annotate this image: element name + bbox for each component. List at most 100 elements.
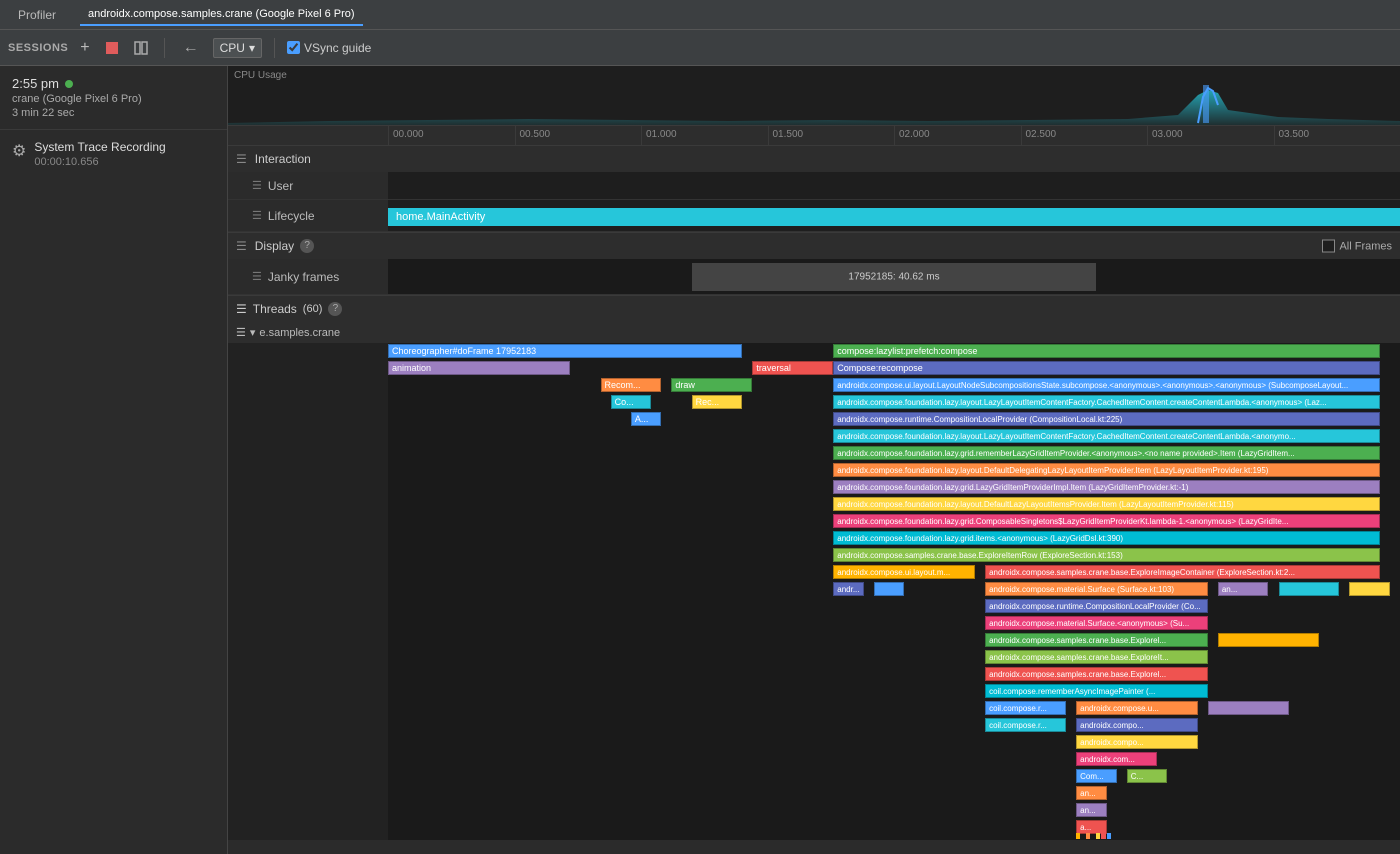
- flame-coil-remember[interactable]: coil.compose.rememberAsyncImagePainter (…: [985, 684, 1208, 698]
- flame-explore-item-row[interactable]: androidx.compose.samples.crane.base.Expl…: [833, 548, 1379, 562]
- flame-composition-local-label: androidx.compose.runtime.CompositionLoca…: [837, 415, 1122, 424]
- flame-a-deep-label: a...: [1080, 823, 1091, 832]
- main-tab[interactable]: androidx.compose.samples.crane (Google P…: [80, 4, 363, 26]
- flame-draw[interactable]: draw: [671, 378, 752, 392]
- flame-material-surface[interactable]: androidx.compose.material.Surface (Surfa…: [985, 582, 1208, 596]
- flame-a-deep[interactable]: a...: [1076, 820, 1106, 834]
- back-button[interactable]: ←: [177, 37, 205, 59]
- recording-item[interactable]: ⚙ System Trace Recording 00:00:10.656: [0, 130, 227, 178]
- flame-explorel-3[interactable]: androidx.compose.samples.crane.base.Expl…: [985, 667, 1208, 681]
- display-menu-icon[interactable]: ☰: [236, 239, 247, 253]
- thread-label-space: [228, 343, 388, 840]
- user-menu-icon[interactable]: ☰: [252, 179, 262, 192]
- vsync-checkbox[interactable]: VSync guide: [287, 41, 371, 55]
- flame-default-delegating[interactable]: androidx.compose.foundation.lazy.layout.…: [833, 463, 1379, 477]
- threads-title: Threads: [253, 302, 297, 316]
- flame-an-1[interactable]: an...: [1218, 582, 1269, 596]
- flame-ui-layout-label: androidx.compose.ui.layout.m...: [837, 568, 950, 577]
- flame-compose-com[interactable]: androidx.com...: [1076, 752, 1157, 766]
- flame-material-anon[interactable]: androidx.compose.material.Surface.<anony…: [985, 616, 1208, 630]
- stop-button[interactable]: [102, 40, 122, 56]
- flame-lazy-grid-impl[interactable]: androidx.compose.foundation.lazy.grid.La…: [833, 480, 1379, 494]
- flame-com-1[interactable]: Com...: [1076, 769, 1116, 783]
- threads-content[interactable]: ☰ ▾ e.samples.crane: [228, 322, 1400, 854]
- lifecycle-menu-icon[interactable]: ☰: [252, 209, 262, 222]
- flame-an-deep1[interactable]: an...: [1076, 786, 1106, 800]
- flame-andr-2[interactable]: [874, 582, 904, 596]
- flame-an-deep2[interactable]: an...: [1076, 803, 1106, 817]
- flame-default-del-label: androidx.compose.foundation.lazy.layout.…: [837, 466, 1268, 475]
- lifecycle-bar[interactable]: home.MainActivity: [388, 208, 1400, 226]
- interaction-menu-icon[interactable]: ☰: [236, 152, 247, 166]
- flame-lazy-content[interactable]: androidx.compose.foundation.lazy.layout.…: [833, 395, 1379, 409]
- profiler-tab[interactable]: Profiler: [10, 4, 64, 26]
- flame-coil-r2[interactable]: coil.compose.r...: [985, 718, 1066, 732]
- display-info-icon[interactable]: ?: [300, 239, 314, 253]
- thread-group-name: e.samples.crane: [259, 327, 340, 339]
- janky-frames-row: ☰ Janky frames 17952185: 40.62 ms: [228, 259, 1400, 295]
- flame-composition-co[interactable]: androidx.compose.runtime.CompositionLoca…: [985, 599, 1208, 613]
- group-menu-icon[interactable]: ☰: [236, 326, 246, 339]
- all-frames-checkbox-container[interactable]: All Frames: [1322, 240, 1392, 253]
- flame-row-25: Com... C...: [388, 768, 1400, 784]
- flame-animation[interactable]: animation: [388, 361, 570, 375]
- flame-a[interactable]: A...: [631, 412, 661, 426]
- flame-row-23: androidx.compo...: [388, 734, 1400, 750]
- flame-an-3[interactable]: [1349, 582, 1389, 596]
- flame-explore-img-container[interactable]: androidx.compose.samples.crane.base.Expl…: [985, 565, 1380, 579]
- janky-value: 17952185: 40.62 ms: [848, 272, 939, 283]
- flame-rec[interactable]: Rec...: [692, 395, 743, 409]
- flame-rec-label: Rec...: [696, 397, 720, 407]
- flame-traversal[interactable]: traversal: [752, 361, 833, 375]
- add-session-button[interactable]: +: [76, 37, 93, 59]
- flame-compose-po2[interactable]: androidx.compo...: [1076, 735, 1197, 749]
- flame-row-20: coil.compose.rememberAsyncImagePainter (…: [388, 683, 1400, 699]
- janky-menu-icon[interactable]: ☰: [252, 270, 262, 283]
- flame-explore-it[interactable]: androidx.compose.samples.crane.base.Expl…: [985, 650, 1208, 664]
- flame-choreographer[interactable]: Choreographer#doFrame 17952183: [388, 344, 742, 358]
- lifecycle-track-row: ☰ Lifecycle home.MainActivity: [228, 200, 1400, 232]
- session-elapsed: 3 min 22 sec: [12, 107, 215, 119]
- thread-group-header[interactable]: ☰ ▾ e.samples.crane: [228, 322, 1400, 343]
- cpu-dropdown[interactable]: CPU ▾: [213, 38, 262, 58]
- threads-info-icon[interactable]: ?: [328, 302, 342, 316]
- flame-material-anon-label: androidx.compose.material.Surface.<anony…: [989, 619, 1189, 628]
- flame-c-1[interactable]: C...: [1127, 769, 1167, 783]
- flame-coil-r1[interactable]: coil.compose.r...: [985, 701, 1066, 715]
- user-track-content[interactable]: [388, 172, 1400, 199]
- flame-extra-1[interactable]: [1208, 701, 1289, 715]
- flame-explore-it-label: androidx.compose.samples.crane.base.Expl…: [989, 653, 1169, 662]
- flame-an-2[interactable]: [1279, 582, 1340, 596]
- flame-ui-layout[interactable]: androidx.compose.ui.layout.m...: [833, 565, 975, 579]
- janky-frames-content[interactable]: 17952185: 40.62 ms: [388, 259, 1400, 294]
- flame-lazy-grid-label: androidx.compose.foundation.lazy.grid.La…: [837, 483, 1188, 492]
- flame-lazy-grid-dsl[interactable]: androidx.compose.foundation.lazy.grid.it…: [833, 531, 1379, 545]
- flame-composition-local[interactable]: androidx.compose.runtime.CompositionLoca…: [833, 412, 1379, 426]
- lifecycle-track-content[interactable]: home.MainActivity: [388, 200, 1400, 231]
- flame-com-1-label: Com...: [1080, 772, 1104, 781]
- vsync-input[interactable]: [287, 41, 300, 54]
- flame-andr-1[interactable]: andr...: [833, 582, 863, 596]
- flame-compose-lazylist[interactable]: compose:lazylist:prefetch:compose: [833, 344, 1379, 358]
- flame-compose-u[interactable]: androidx.compose.u...: [1076, 701, 1197, 715]
- all-frames-cb-box[interactable]: [1322, 240, 1335, 253]
- split-button[interactable]: [130, 39, 152, 57]
- flame-composable-singletons[interactable]: androidx.compose.foundation.lazy.grid.Co…: [833, 514, 1379, 528]
- flame-canvas[interactable]: Choreographer#doFrame 17952183 compose:l…: [388, 343, 1400, 840]
- flame-row-18: androidx.compose.samples.crane.base.Expl…: [388, 649, 1400, 665]
- flame-explorel-1[interactable]: androidx.compose.samples.crane.base.Expl…: [985, 633, 1208, 647]
- flame-layoutnode[interactable]: androidx.compose.ui.layout.LayoutNodeSub…: [833, 378, 1379, 392]
- flame-co[interactable]: Co...: [611, 395, 651, 409]
- flame-remember-grid[interactable]: androidx.compose.foundation.lazy.grid.re…: [833, 446, 1379, 460]
- user-label: User: [268, 179, 293, 193]
- threads-menu-icon[interactable]: ☰: [236, 302, 247, 316]
- flame-recom[interactable]: Recom...: [601, 378, 662, 392]
- title-bar: Profiler androidx.compose.samples.crane …: [0, 0, 1400, 30]
- flame-default-lazy[interactable]: androidx.compose.foundation.lazy.layout.…: [833, 497, 1379, 511]
- recording-duration: 00:00:10.656: [34, 156, 165, 168]
- flame-compose-po[interactable]: androidx.compo...: [1076, 718, 1197, 732]
- flame-draw-label: draw: [675, 380, 695, 390]
- flame-explorel-2[interactable]: [1218, 633, 1319, 647]
- flame-compose-recompose[interactable]: Compose:recompose: [833, 361, 1379, 375]
- flame-cached-content[interactable]: androidx.compose.foundation.lazy.layout.…: [833, 429, 1379, 443]
